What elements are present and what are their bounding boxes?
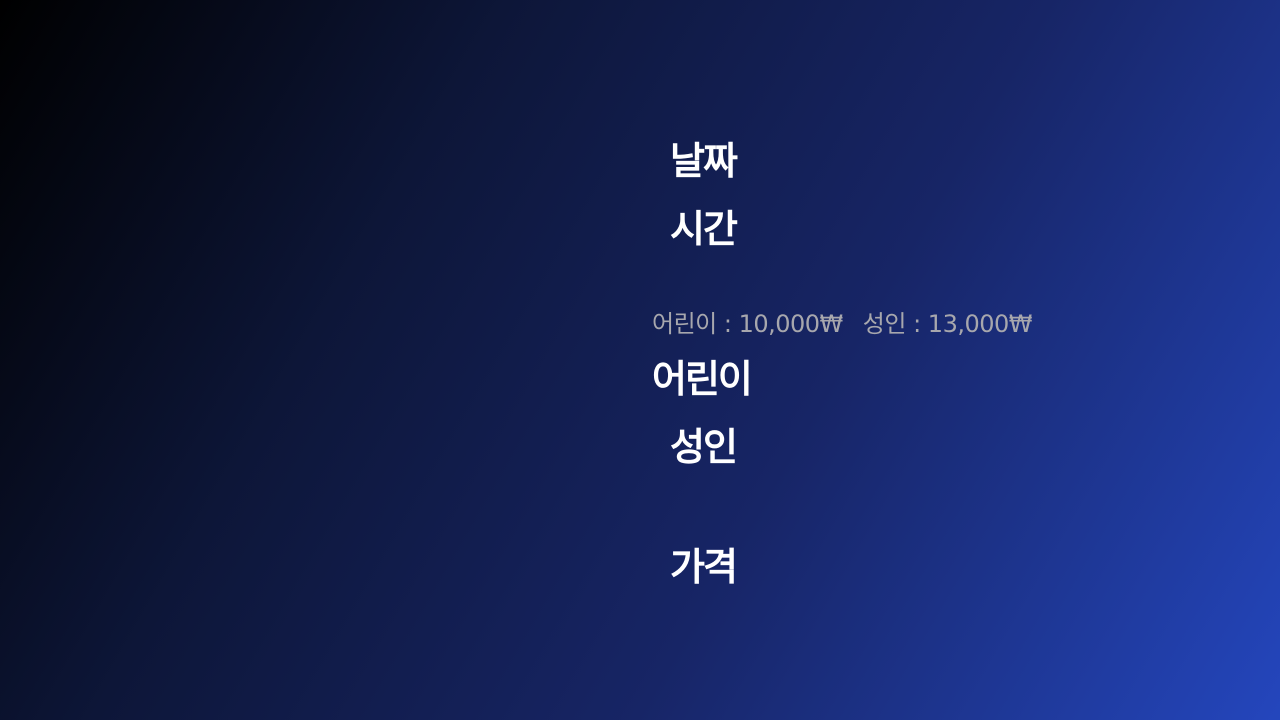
time-label: 시간: [670, 207, 738, 251]
booking-page: { "form": { "date_label": "날짜", "time_la…: [0, 0, 1280, 720]
child-label: 어린이: [652, 357, 753, 401]
date-label: 날짜: [670, 139, 738, 183]
price-info: 어린이 : 10,000₩ 성인 : 13,000₩: [652, 310, 1033, 338]
total-price-label: 가격: [670, 545, 738, 589]
child-price-text: 어린이 : 10,000₩: [652, 310, 843, 338]
adult-label: 성인: [670, 425, 738, 469]
adult-price-text: 성인 : 13,000₩: [862, 310, 1033, 338]
